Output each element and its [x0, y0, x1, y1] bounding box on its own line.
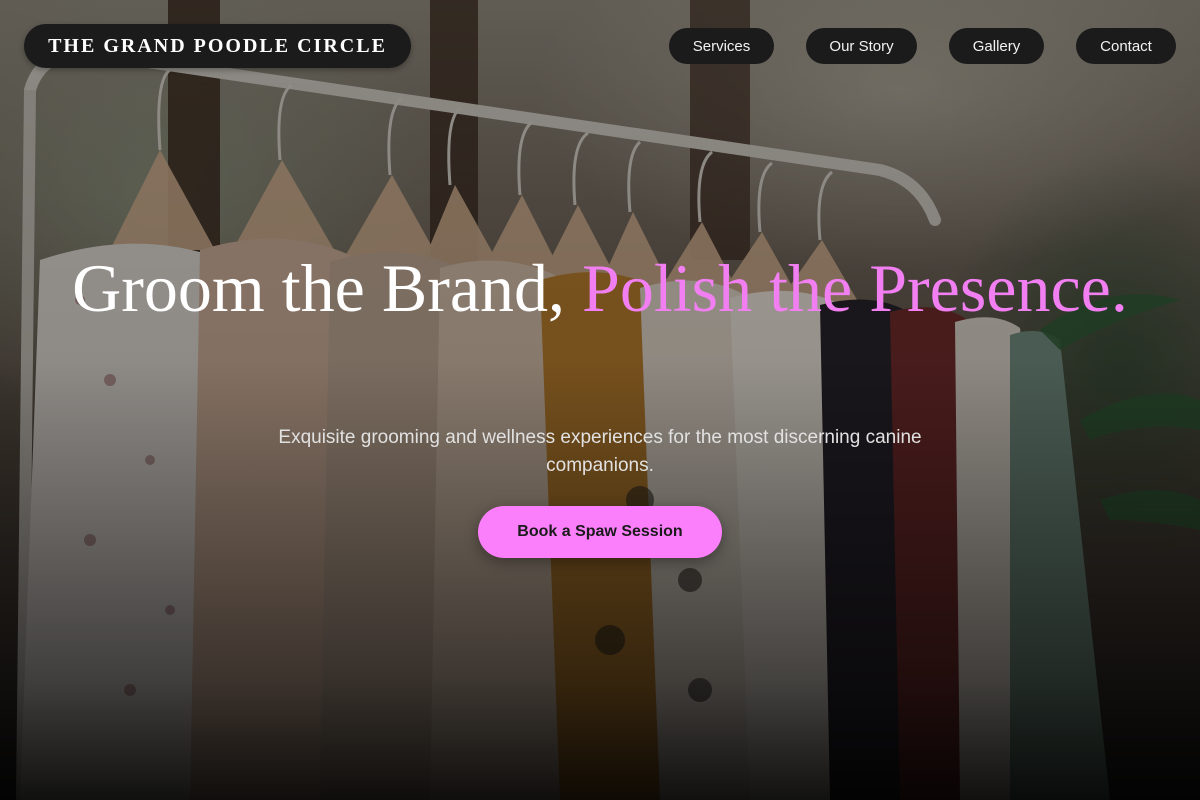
hero-subtitle: Exquisite grooming and wellness experien… [278, 427, 922, 476]
book-session-button[interactable]: Book a Spaw Session [478, 506, 722, 558]
nav-services-label: Services [692, 37, 751, 55]
site-logo-text: THE GRAND POODLE CIRCLE [48, 34, 387, 57]
site-logo[interactable]: THE GRAND POODLE CIRCLE [24, 24, 411, 68]
hero-headline: Groom the Brand, Polish the Presence. [0, 252, 1200, 324]
hero-dark-overlay [0, 0, 1200, 800]
nav-gallery-label: Gallery [972, 37, 1021, 55]
hero-headline-accent: Polish the Presence. [582, 250, 1128, 326]
nav-gallery-button[interactable]: Gallery [949, 28, 1044, 64]
nav-our-story-label: Our Story [829, 37, 894, 55]
hero-headline-main: Groom the Brand, [72, 250, 566, 326]
nav-contact-label: Contact [1100, 37, 1152, 55]
nav-our-story-button[interactable]: Our Story [806, 28, 917, 64]
nav-contact-button[interactable]: Contact [1076, 28, 1176, 64]
book-session-label: Book a Spaw Session [517, 523, 683, 540]
nav-services-button[interactable]: Services [669, 28, 774, 64]
